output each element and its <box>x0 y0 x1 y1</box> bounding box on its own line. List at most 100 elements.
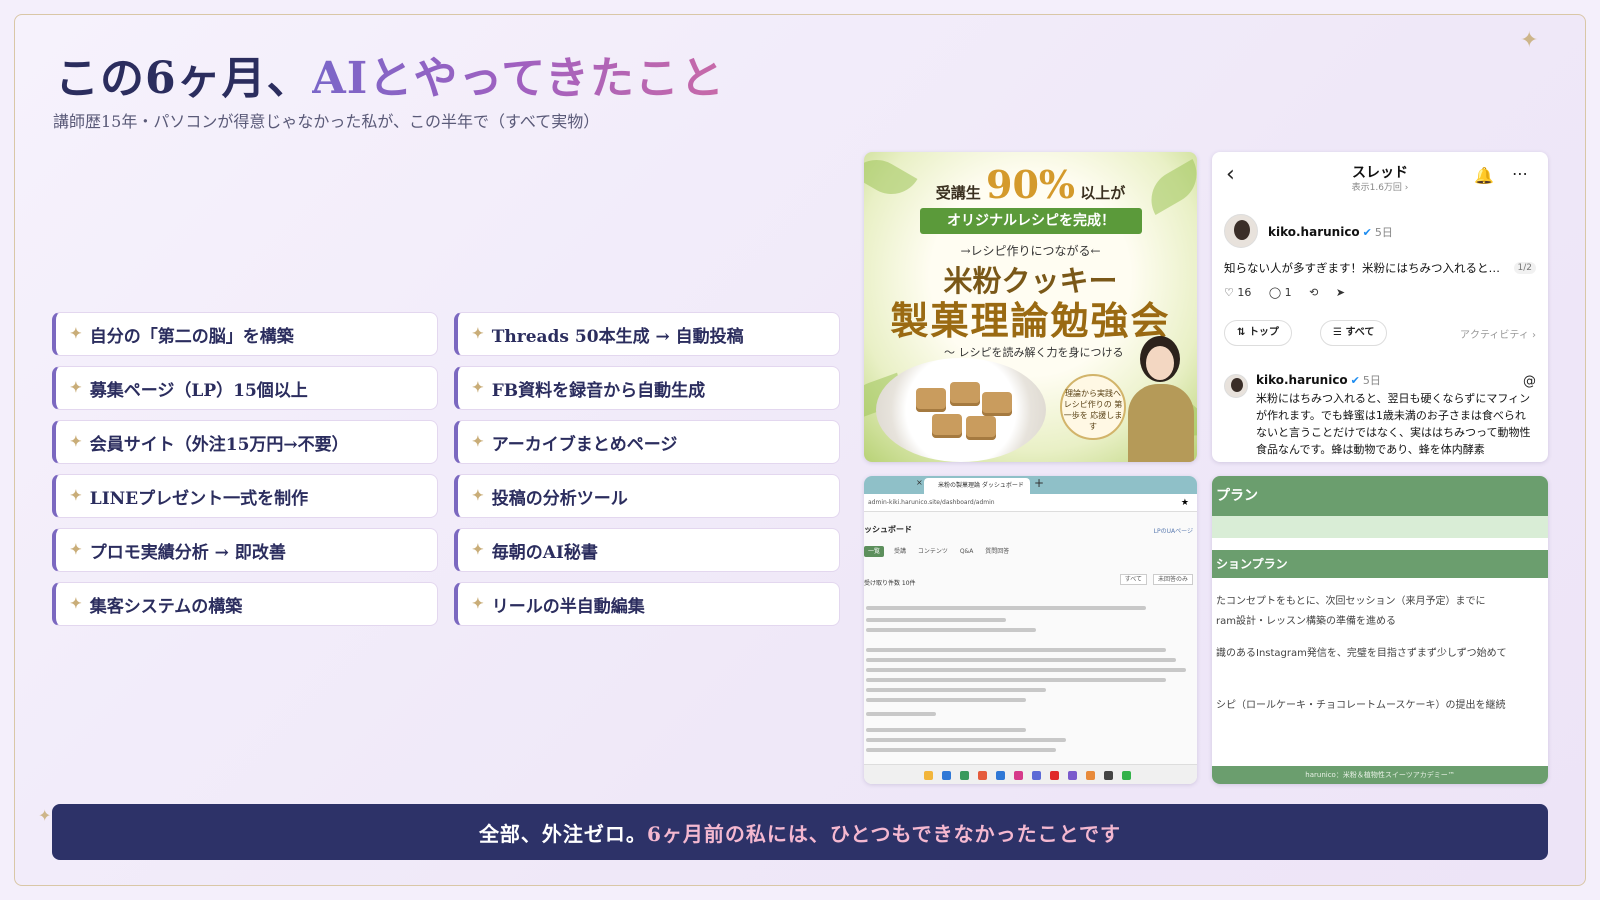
photo-face <box>1146 346 1174 380</box>
star-icon: ✦ <box>472 380 484 396</box>
achievement-item: ✦ 毎朝のAI秘書 <box>454 528 840 572</box>
star-icon: ✦ <box>472 488 484 504</box>
address-bar[interactable]: admin-kiki.harunico.site/dashboard/admin <box>864 494 1197 512</box>
achievement-item: ✦ LINEプレゼント一式を制作 <box>52 474 438 518</box>
verified-icon: ✔ <box>1350 374 1360 387</box>
cookie-image <box>932 414 962 438</box>
achievement-label: 募集ページ（LP）15個以上 <box>89 380 308 401</box>
achievement-label: LINEプレゼント一式を制作 <box>89 488 309 509</box>
filter-buttons: すべて 未回答のみ <box>1116 574 1193 585</box>
text-line <box>866 688 1046 692</box>
achievement-label: プロモ実績分析 → 即改善 <box>89 542 286 563</box>
plan-footer: harunico：米粉＆植物性スイーツアカデミー™ <box>1212 766 1548 784</box>
sort-top-button[interactable]: ⇅ トップ <box>1224 320 1292 346</box>
achievement-item: ✦ Threads 50本生成 → 自動投稿 <box>454 312 840 356</box>
browser-tabstrip <box>864 476 1197 494</box>
app-icon[interactable] <box>1068 771 1077 780</box>
star-icon[interactable]: ★ <box>1181 494 1189 512</box>
cookie-image <box>950 382 980 406</box>
text-line <box>866 648 1166 652</box>
poster-tagline: →レシピ作りにつながる← <box>960 244 1101 258</box>
threads-views[interactable]: 表示1.6万回 › <box>1212 180 1548 193</box>
threads-topbar: ‹ スレッド 表示1.6万回 › 🔔 ⋯ <box>1212 152 1548 202</box>
achievement-label: 投稿の分析ツール <box>491 488 628 509</box>
poster-ribbon: オリジナルレシピを完成！ <box>920 208 1142 234</box>
reply-button[interactable]: ◯ 1 <box>1269 286 1292 299</box>
filter-all-button[interactable]: ☰ すべて <box>1320 320 1388 346</box>
app-icon[interactable] <box>942 771 951 780</box>
app-icon[interactable] <box>960 771 969 780</box>
close-icon[interactable]: × <box>916 478 923 487</box>
achievement-item: ✦ プロモ実績分析 → 即改善 <box>52 528 438 572</box>
text-line <box>866 698 1026 702</box>
poster-screenshot: 受講生 90% 以上が オリジナルレシピを完成！ →レシピ作りにつながる← 米粉… <box>864 152 1197 462</box>
taskbar <box>864 764 1197 784</box>
threads-reply-text[interactable]: 米粉にはちみつ入れると、翌日も硬くならずにマフィンが作れます。でも蜂蜜は1歳未満… <box>1256 390 1536 458</box>
nav-tab-active[interactable]: 一覧 <box>864 546 885 557</box>
app-icon[interactable] <box>1032 771 1041 780</box>
app-icon[interactable] <box>978 771 987 780</box>
filter-unanswered-button[interactable]: 未回答のみ <box>1152 574 1193 585</box>
instructor-photo <box>1126 332 1196 462</box>
share-icon[interactable]: ➤ <box>1336 286 1345 299</box>
text-line <box>866 618 1006 622</box>
app-icon[interactable] <box>1050 771 1059 780</box>
bell-icon[interactable]: 🔔 <box>1474 166 1494 185</box>
achievement-item: ✦ 自分の「第二の脳」を構築 <box>52 312 438 356</box>
app-icon[interactable] <box>1086 771 1095 780</box>
cookie-image <box>982 392 1012 416</box>
app-icon[interactable] <box>924 771 933 780</box>
repost-icon[interactable]: ⟲ <box>1309 286 1318 299</box>
username-text: kiko.harunico <box>1268 225 1360 239</box>
nav-tab[interactable]: 受講 <box>894 548 906 555</box>
poster-text: 以上が <box>1080 184 1126 202</box>
title-highlight: AIとやってきたこと <box>311 53 725 104</box>
achievement-label: 自分の「第二の脳」を構築 <box>89 326 294 347</box>
text-line <box>866 748 1056 752</box>
avatar[interactable] <box>1224 214 1258 248</box>
threads-username[interactable]: kiko.harunico ✔ 5日 <box>1268 224 1393 240</box>
app-icon[interactable] <box>1122 771 1131 780</box>
achievement-item: ✦ アーカイブまとめページ <box>454 420 840 464</box>
achievement-label: リールの半自動編集 <box>491 596 645 617</box>
threads-logo-icon: @ <box>1523 374 1536 389</box>
text-line <box>866 728 1026 732</box>
achievement-label: 毎朝のAI秘書 <box>491 542 598 563</box>
banner-text: 全部、外注ゼロ。 <box>478 821 647 846</box>
star-icon: ✦ <box>472 326 484 342</box>
username-text: kiko.harunico <box>1256 373 1348 387</box>
achievement-item: ✦ FB資料を録音から自動生成 <box>454 366 840 410</box>
threads-username[interactable]: kiko.harunico ✔ 5日 <box>1256 372 1381 388</box>
achievement-label: FB資料を録音から自動生成 <box>491 380 706 401</box>
avatar[interactable] <box>1224 374 1248 398</box>
app-icon[interactable] <box>996 771 1005 780</box>
nav-tab[interactable]: 質問回答 <box>985 548 1009 555</box>
row-count: 受け取り件数 10件 <box>864 580 916 587</box>
slide-subtitle: 講師歴15年・パソコンが得意じゃなかった私が、この半年で（すべて実物） <box>53 112 600 131</box>
text-line <box>866 678 1166 682</box>
app-icon[interactable] <box>1104 771 1113 780</box>
browser-tab[interactable]: 米粉の製菓理論 ダッシュボード <box>924 478 1030 494</box>
app-icon[interactable] <box>1014 771 1023 780</box>
activity-link[interactable]: アクティビティ › <box>1460 326 1536 341</box>
photo-body <box>1128 384 1194 462</box>
text-line <box>866 712 936 716</box>
lp-link[interactable]: LPのUAページ <box>1154 526 1193 535</box>
filter-all-button[interactable]: すべて <box>1119 574 1148 585</box>
threads-post-text[interactable]: 知らない人が多すぎます！米粉にはちみつ入れると… <box>1224 260 1524 276</box>
star-icon: ✦ <box>70 434 82 450</box>
plan-heading: プラン <box>1212 476 1548 516</box>
plan-line: ram設計・レッスン構築の準備を進める <box>1216 616 1396 627</box>
sparkle-icon: ✦ <box>1520 28 1539 53</box>
achievement-label: アーカイブまとめページ <box>491 434 678 455</box>
star-icon: ✦ <box>472 596 484 612</box>
banner-highlight: 6ヶ月前の私には、ひとつもできなかったことです <box>646 821 1122 846</box>
post-actions: ♡ 16 ◯ 1 ⟲ ➤ <box>1224 286 1359 299</box>
nav-tab[interactable]: Q&A <box>960 548 974 555</box>
poster-text: 受講生 <box>935 184 981 202</box>
title-prefix: この6ヶ月、 <box>55 53 312 104</box>
more-icon[interactable]: ⋯ <box>1512 164 1528 183</box>
nav-tab[interactable]: コンテンツ <box>918 548 948 555</box>
like-button[interactable]: ♡ 16 <box>1224 286 1251 299</box>
new-tab-icon[interactable]: + <box>1034 476 1044 490</box>
